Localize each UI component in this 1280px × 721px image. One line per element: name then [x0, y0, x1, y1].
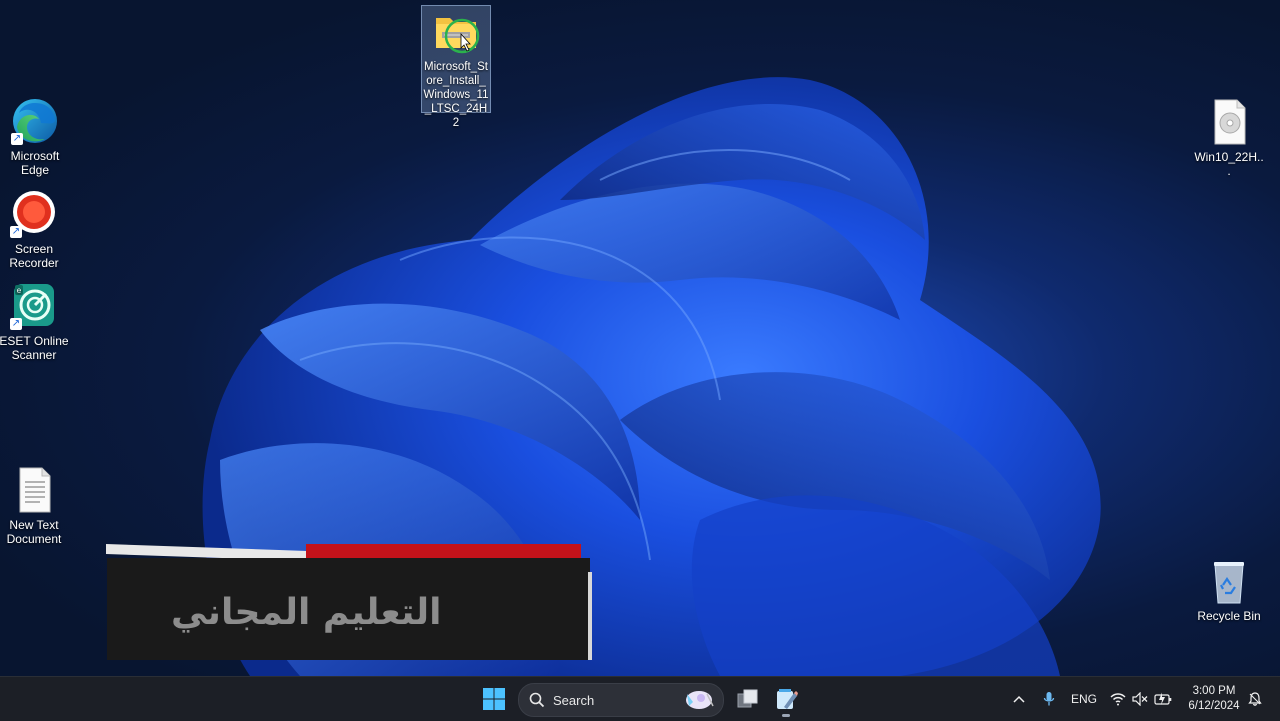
desktop-icon-recycle-bin[interactable]: Recycle Bin: [1193, 557, 1265, 623]
desktop-icon-label: Microsoft_Store_Install_Windows_11_LTSC_…: [423, 61, 489, 129]
search-highlight-icon: [686, 691, 714, 709]
edge-icon: ↗: [11, 97, 59, 145]
desktop-icon-new-text-document[interactable]: New Text Document: [0, 466, 70, 546]
desktop-icon-label: Screen Recorder: [9, 242, 59, 270]
taskbar-app-notepad[interactable]: [768, 681, 804, 717]
running-indicator: [782, 714, 790, 717]
text-document-icon: [10, 466, 58, 514]
microphone-button[interactable]: [1040, 677, 1058, 721]
shortcut-arrow-icon: ↗: [11, 133, 23, 145]
desktop-icon-label: New Text Document: [6, 518, 62, 546]
notifications-button[interactable]: [1246, 677, 1264, 721]
screen-recorder-icon: ↗: [10, 190, 58, 238]
taskbar-search-box[interactable]: Search: [518, 683, 724, 717]
desktop-icon-label: Microsoft Edge: [10, 149, 60, 177]
watermark-banner: التعليم المجاني: [106, 543, 594, 662]
input-language-button[interactable]: ENG: [1070, 677, 1098, 721]
clock-time: 3:00 PM: [1192, 685, 1236, 697]
search-placeholder: Search: [553, 692, 595, 708]
banner-red-stripe: [306, 544, 581, 558]
desktop-icon-label: Win10_22H...: [1194, 150, 1264, 178]
eset-scanner-icon: e ↗: [10, 282, 58, 330]
desktop: ↗ Microsoft Edge ↗ Screen Recorder e ↗ E…: [0, 0, 1280, 676]
svg-text:e: e: [17, 286, 22, 295]
notification-bell-icon: [1248, 692, 1262, 706]
desktop-icon-zip-folder[interactable]: Microsoft_Store_Install_Windows_11_LTSC_…: [421, 5, 491, 129]
banner-text: التعليم المجاني: [171, 592, 442, 633]
recycle-bin-icon: [1205, 557, 1253, 605]
shortcut-arrow-icon: ↗: [10, 226, 22, 238]
chevron-up-icon: [1013, 695, 1025, 703]
desktop-icon-disc-image[interactable]: Win10_22H...: [1193, 98, 1265, 178]
notepad-icon: [777, 689, 798, 709]
show-hidden-icons-button[interactable]: [1010, 677, 1028, 721]
start-button[interactable]: [476, 681, 512, 717]
clock-date: 6/12/2024: [1188, 700, 1240, 712]
speaker-muted-icon: [1132, 692, 1148, 706]
windows-logo-icon: [483, 688, 505, 710]
desktop-icon-label: Recycle Bin: [1197, 609, 1261, 623]
shortcut-arrow-icon: ↗: [10, 318, 22, 330]
disc-image-icon: [1205, 98, 1253, 146]
zip-folder-icon: [432, 8, 480, 56]
desktop-icon-eset[interactable]: e ↗ ESET Online Scanner: [0, 282, 70, 362]
search-icon: [529, 692, 545, 708]
clock-button[interactable]: 3:00 PM 6/12/2024: [1184, 684, 1244, 714]
banner-edge: [588, 572, 592, 660]
task-view-button[interactable]: [730, 681, 766, 717]
task-view-icon: [737, 689, 758, 708]
battery-charging-icon: [1154, 692, 1172, 705]
quick-settings-button[interactable]: [1110, 677, 1172, 721]
microphone-icon: [1043, 692, 1055, 706]
desktop-icon-screen-recorder[interactable]: ↗ Screen Recorder: [0, 190, 70, 270]
wifi-icon: [1110, 693, 1126, 706]
language-indicator: ENG: [1070, 692, 1097, 706]
desktop-icon-label: ESET Online Scanner: [0, 334, 69, 362]
desktop-icon-edge[interactable]: ↗ Microsoft Edge: [0, 97, 71, 177]
taskbar: Search ENG 3:00 PM 6/12/2024: [0, 676, 1280, 721]
